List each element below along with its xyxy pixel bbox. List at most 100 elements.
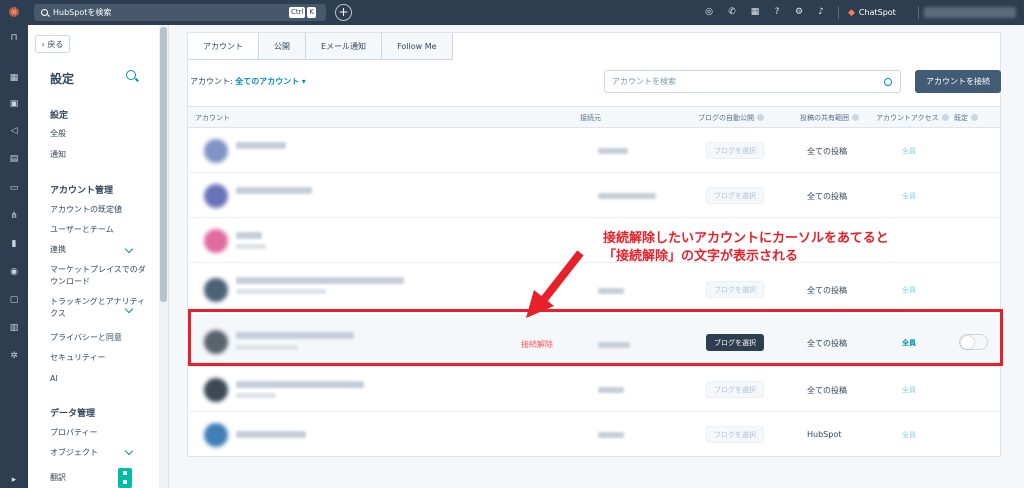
marketplace-icon[interactable]: ▦ <box>749 6 761 18</box>
top-navigation-bar: ✺ HubSpotを検索 Ctrl K + ◎ ✆ ▦ ? ⚙ ♪ ◆ Chat… <box>0 0 1024 25</box>
commerce-icon[interactable]: ▥ <box>9 323 19 333</box>
create-plus-button[interactable]: + <box>335 4 352 21</box>
annotation-line-2: 「接続解除」の文字が表示される <box>603 249 799 264</box>
back-label: 戻る <box>47 39 64 49</box>
account-handle <box>236 244 266 249</box>
info-icon[interactable] <box>757 114 764 121</box>
connect-account-button[interactable]: アカウントを接続 <box>915 70 1001 93</box>
info-icon[interactable] <box>852 114 859 121</box>
library-icon[interactable]: ▢ <box>9 295 19 305</box>
account-name <box>236 381 364 388</box>
left-rail: ⊓ ▦ ▣ ◁ ▤ ▭ ⋔ ▮ ◉ ▢ ▥ ✲ ▸ <box>0 25 28 488</box>
tab-email-notifications[interactable]: Eメール通知 <box>306 33 383 60</box>
table-row[interactable]: ブログを選択 全ての投稿 全員 <box>188 368 1000 412</box>
table-row[interactable]: ブログを選択 全ての投稿 全員 <box>188 174 1000 218</box>
search-icon[interactable] <box>884 78 892 86</box>
global-search-input[interactable]: HubSpotを検索 Ctrl K <box>34 4 326 21</box>
search-icon <box>41 9 48 16</box>
account-filter-label: アカウント: <box>190 77 233 86</box>
sidebar-item-security[interactable]: セキュリティー <box>50 352 146 364</box>
sidebar-item-account-defaults[interactable]: アカウントの既定値 <box>50 204 146 216</box>
select-blog-button[interactable]: ブログを選択 <box>706 187 764 204</box>
account-name <box>236 142 286 149</box>
sidebar-scrollbar[interactable] <box>159 25 168 488</box>
select-blog-button[interactable]: ブログを選択 <box>706 142 764 159</box>
sidebar-item-properties[interactable]: プロパティー <box>50 427 146 439</box>
share-scope: 全ての投稿 <box>807 147 847 156</box>
account-menu[interactable] <box>924 7 1016 18</box>
apps-icon[interactable]: ▦ <box>9 73 19 83</box>
sidebar-item-users-teams[interactable]: ユーザーとチーム <box>50 224 146 236</box>
widget-dot <box>123 471 127 475</box>
bookmark-icon[interactable]: ⊓ <box>9 33 19 43</box>
marketing-icon[interactable]: ◁ <box>9 126 19 136</box>
account-filter-value[interactable]: 全てのアカウント <box>235 77 299 86</box>
account-handle <box>236 393 276 398</box>
avatar <box>204 423 228 447</box>
share-scope: 全ての投稿 <box>807 386 847 395</box>
column-header-account: アカウント <box>195 114 230 122</box>
scrollbar-thumb[interactable] <box>160 27 167 302</box>
content-icon[interactable]: ▤ <box>9 154 19 164</box>
reports-icon[interactable]: ▮ <box>9 239 19 249</box>
source-cell <box>598 387 624 393</box>
phone-icon[interactable]: ✆ <box>726 6 738 18</box>
tab-accounts[interactable]: アカウント <box>188 33 259 60</box>
service-icon[interactable]: ✲ <box>9 351 19 361</box>
avatar <box>204 278 228 302</box>
table-row[interactable]: ブログを選択 全ての投稿 全員 <box>188 129 1000 173</box>
account-access[interactable]: 全員 <box>902 191 916 201</box>
select-blog-button[interactable]: ブログを選択 <box>706 381 764 398</box>
select-blog-button[interactable]: ブログを選択 <box>706 281 764 298</box>
topbar-divider <box>918 6 919 19</box>
avatar <box>204 139 228 163</box>
account-name <box>236 187 312 194</box>
sidebar-section-account-management: アカウント管理 <box>50 186 114 196</box>
info-icon[interactable] <box>941 114 949 121</box>
topbar-divider <box>838 6 839 19</box>
account-name <box>236 232 262 239</box>
bell-icon[interactable]: ♪ <box>815 6 827 18</box>
account-access[interactable]: 全員 <box>902 285 916 295</box>
tab-follow-me[interactable]: Follow Me <box>382 33 453 60</box>
settings-sidebar: ‹ 戻る 設定 設定 全般 通知 アカウント管理 アカウントの既定値 ユーザーと… <box>28 25 169 488</box>
expand-rail-icon[interactable]: ▸ <box>9 475 19 485</box>
account-filter[interactable]: アカウント: 全てのアカウント ▾ <box>190 76 306 87</box>
account-access[interactable]: 全員 <box>902 430 916 440</box>
settings-search-icon[interactable] <box>126 70 136 80</box>
sidebar-item-privacy-consent[interactable]: プライバシーと同意 <box>50 332 146 344</box>
back-button[interactable]: ‹ 戻る <box>35 35 70 53</box>
avatar <box>204 378 228 402</box>
account-search-input[interactable]: アカウントを検索 <box>604 70 901 93</box>
account-access[interactable]: 全員 <box>902 385 916 395</box>
annotation-arrow-icon <box>526 250 584 318</box>
help-icon[interactable]: ◎ <box>703 6 715 18</box>
info-icon[interactable] <box>971 114 978 121</box>
column-header-default-label: 既定 <box>954 114 968 122</box>
table-row[interactable]: ブログを選択 HubSpot 全員 <box>188 413 1000 457</box>
sidebar-item-marketplace-downloads[interactable]: マーケットプレイスでのダウンロード <box>50 264 146 288</box>
hubspot-logo-icon[interactable]: ✺ <box>0 0 28 25</box>
sidebar-item-notifications[interactable]: 通知 <box>50 149 146 161</box>
contacts-icon[interactable]: ▣ <box>9 99 19 109</box>
sidebar-item-general[interactable]: 全般 <box>50 128 146 140</box>
column-header-share-scope: 投稿の共有範囲 <box>800 113 859 123</box>
settings-icon[interactable]: ⚙ <box>793 6 805 18</box>
data-icon[interactable]: ◉ <box>9 267 19 277</box>
source-cell <box>598 148 628 154</box>
select-blog-button[interactable]: ブログを選択 <box>706 426 764 443</box>
annotation-line-1: 接続解除したいアカウントにカーソルをあてると <box>603 231 889 246</box>
sidebar-item-ai[interactable]: AI <box>50 373 146 385</box>
sales-icon[interactable]: ▭ <box>9 183 19 193</box>
sidebar-title: 設定 <box>50 72 75 86</box>
search-shortcut: Ctrl K <box>288 7 316 18</box>
account-access[interactable]: 全員 <box>902 146 916 156</box>
chatspot-button[interactable]: ◆ ChatSpot <box>848 4 896 21</box>
tab-publishing[interactable]: 公開 <box>259 33 306 60</box>
help-circle-icon[interactable]: ? <box>771 6 783 18</box>
automation-icon[interactable]: ⋔ <box>9 211 19 221</box>
column-header-auto-publish: ブログの自動公開 <box>698 113 764 123</box>
account-handle <box>236 289 326 294</box>
support-widget-icon[interactable] <box>118 468 132 488</box>
source-cell <box>598 288 624 294</box>
